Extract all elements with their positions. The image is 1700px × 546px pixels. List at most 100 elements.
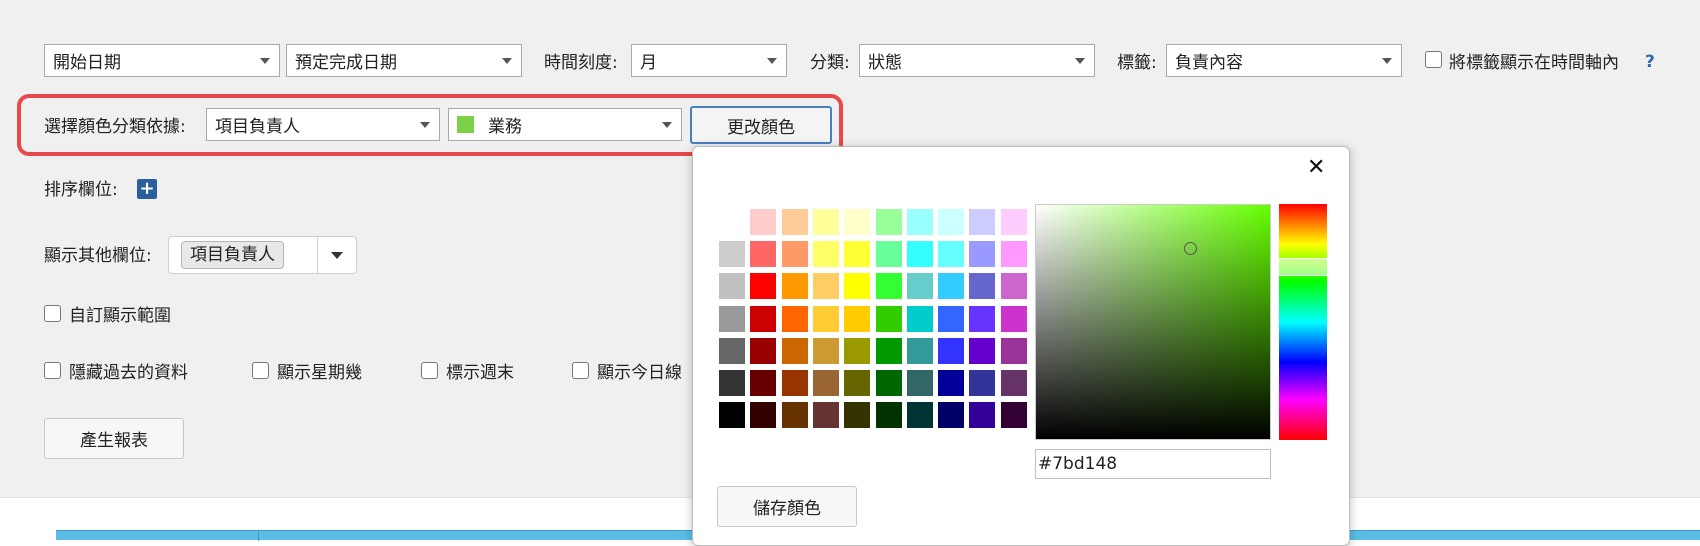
hue-slider-handle[interactable]: [1279, 258, 1327, 276]
field-chip[interactable]: 項目負責人: [181, 241, 284, 269]
palette-swatch[interactable]: [781, 209, 808, 235]
chevron-down-icon: [767, 58, 777, 64]
custom-range-checkbox[interactable]: [44, 305, 61, 322]
palette-swatch[interactable]: [938, 273, 965, 300]
palette-swatch[interactable]: [969, 273, 996, 300]
palette-swatch[interactable]: [719, 305, 745, 332]
palette-swatch[interactable]: [938, 337, 965, 364]
palette-swatch[interactable]: [844, 402, 871, 429]
palette-swatch[interactable]: [875, 402, 902, 429]
palette-swatch[interactable]: [812, 305, 839, 332]
palette-swatch[interactable]: [875, 370, 902, 396]
start-date-select[interactable]: 開始日期: [44, 44, 280, 77]
generate-report-button[interactable]: 產生報表: [44, 418, 184, 459]
palette-swatch[interactable]: [750, 209, 777, 235]
palette-swatch[interactable]: [844, 370, 871, 396]
change-color-button[interactable]: 更改顏色: [690, 106, 832, 144]
palette-swatch[interactable]: [875, 337, 902, 364]
palette-swatch[interactable]: [750, 370, 777, 396]
palette-swatch[interactable]: [781, 273, 808, 300]
palette-swatch[interactable]: [938, 370, 965, 396]
palette-swatch[interactable]: [875, 273, 902, 300]
palette-swatch[interactable]: [969, 402, 996, 429]
palette-swatch[interactable]: [844, 337, 871, 364]
palette-swatch[interactable]: [750, 305, 777, 332]
category-select[interactable]: 狀態: [859, 44, 1095, 77]
palette-swatch[interactable]: [719, 402, 745, 429]
color-group-select[interactable]: 業務: [448, 108, 682, 141]
help-link[interactable]: ?: [1645, 51, 1655, 73]
palette-swatch[interactable]: [906, 305, 933, 332]
mark-weekend-checkbox[interactable]: [421, 362, 438, 379]
palette-swatch[interactable]: [969, 370, 996, 396]
palette-swatch[interactable]: [938, 305, 965, 332]
palette-swatch[interactable]: [781, 337, 808, 364]
palette-swatch[interactable]: [1000, 337, 1027, 364]
palette-swatch[interactable]: [969, 241, 996, 268]
palette-swatch[interactable]: [906, 241, 933, 268]
palette-swatch[interactable]: [844, 273, 871, 300]
due-date-select[interactable]: 預定完成日期: [286, 44, 522, 77]
palette-swatch[interactable]: [875, 305, 902, 332]
save-color-button[interactable]: 儲存顏色: [717, 486, 857, 527]
show-tags-checkbox[interactable]: [1425, 51, 1442, 68]
palette-swatch[interactable]: [812, 241, 839, 268]
palette-swatch[interactable]: [750, 241, 777, 268]
palette-swatch[interactable]: [906, 370, 933, 396]
hue-slider[interactable]: [1279, 204, 1327, 440]
saturation-cursor[interactable]: [1184, 242, 1197, 255]
palette-swatch[interactable]: [969, 209, 996, 235]
palette-swatch[interactable]: [1000, 305, 1027, 332]
palette-swatch[interactable]: [844, 209, 871, 235]
palette-swatch[interactable]: [906, 209, 933, 235]
palette-swatch[interactable]: [812, 337, 839, 364]
palette-swatch[interactable]: [875, 209, 902, 235]
palette-swatch[interactable]: [906, 402, 933, 429]
caret-down-icon[interactable]: [331, 252, 343, 259]
time-scale-select[interactable]: 月: [631, 44, 787, 77]
palette-swatch[interactable]: [812, 402, 839, 429]
hex-color-input[interactable]: #7bd148: [1035, 449, 1271, 479]
palette-swatch[interactable]: [938, 241, 965, 268]
palette-swatch[interactable]: [938, 402, 965, 429]
palette-swatch[interactable]: [906, 273, 933, 300]
palette-swatch[interactable]: [812, 273, 839, 300]
palette-swatch[interactable]: [844, 305, 871, 332]
plus-icon[interactable]: +: [137, 179, 157, 199]
palette-swatch[interactable]: [969, 337, 996, 364]
palette-swatch[interactable]: [938, 209, 965, 235]
palette-swatch[interactable]: [1000, 402, 1027, 429]
palette-swatch[interactable]: [1000, 209, 1027, 235]
show-today-checkbox[interactable]: [572, 362, 589, 379]
show-weekday-checkbox[interactable]: [252, 362, 269, 379]
palette-swatch[interactable]: [750, 337, 777, 364]
hide-past-checkbox[interactable]: [44, 362, 61, 379]
palette-swatch[interactable]: [812, 209, 839, 235]
palette-swatch[interactable]: [719, 370, 745, 396]
palette-swatch[interactable]: [750, 273, 777, 300]
palette-swatch[interactable]: [906, 337, 933, 364]
close-icon[interactable]: ✕: [1307, 155, 1325, 180]
color-field-select[interactable]: 項目負責人: [206, 108, 440, 141]
palette-swatch[interactable]: [1000, 273, 1027, 300]
palette-swatch[interactable]: [781, 370, 808, 396]
palette-swatch[interactable]: [719, 209, 745, 235]
palette-swatch[interactable]: [781, 402, 808, 429]
palette-swatch[interactable]: [781, 305, 808, 332]
palette-swatch[interactable]: [719, 241, 745, 268]
palette-swatch[interactable]: [750, 402, 777, 429]
saturation-value-picker[interactable]: [1035, 204, 1271, 440]
tag-select[interactable]: 負責內容: [1166, 44, 1402, 77]
palette-swatch[interactable]: [1000, 241, 1027, 268]
palette-swatch[interactable]: [1000, 370, 1027, 396]
palette-swatch[interactable]: [719, 273, 745, 300]
palette-swatch[interactable]: [781, 241, 808, 268]
other-fields-multiselect[interactable]: 項目負責人: [168, 236, 357, 274]
color-field-select-value: 項目負責人: [215, 117, 300, 137]
palette-swatch[interactable]: [844, 241, 871, 268]
palette-swatch[interactable]: [969, 305, 996, 332]
time-scale-select-value: 月: [640, 53, 657, 73]
palette-swatch[interactable]: [719, 337, 745, 364]
palette-swatch[interactable]: [812, 370, 839, 396]
palette-swatch[interactable]: [875, 241, 902, 268]
